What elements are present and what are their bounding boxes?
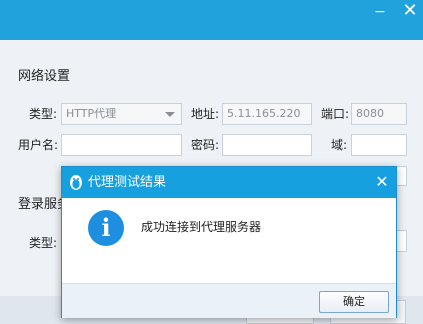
- address-input[interactable]: 5.11.165.220: [222, 103, 312, 125]
- proxy-type-value: HTTP代理: [66, 107, 117, 120]
- dialog-message: 成功连接到代理服务器: [141, 220, 262, 234]
- qq-penguin-icon: [70, 175, 82, 190]
- info-icon: i: [88, 210, 124, 246]
- port-input[interactable]: 8080: [351, 103, 407, 125]
- username-input[interactable]: [61, 134, 182, 156]
- network-settings-title: 网络设置: [18, 69, 71, 84]
- password-input[interactable]: [222, 134, 312, 156]
- dialog-title: 代理测试结果: [88, 175, 167, 190]
- port-label: 端口:: [321, 107, 350, 121]
- proxy-test-dialog: 代理测试结果 ✕ i 成功连接到代理服务器 确定: [61, 166, 397, 318]
- dialog-close-button[interactable]: ✕: [371, 171, 393, 193]
- main-title-bar: − ✕: [0, 0, 423, 40]
- domain-label: 域:: [331, 138, 348, 152]
- dialog-title-bar: 代理测试结果 ✕: [62, 167, 396, 198]
- password-label: 密码:: [191, 138, 220, 152]
- minimize-button[interactable]: −: [367, 2, 393, 22]
- login-type-label: 类型:: [29, 236, 58, 250]
- proxy-type-select[interactable]: HTTP代理: [61, 103, 182, 125]
- domain-input[interactable]: [351, 134, 407, 156]
- ok-button[interactable]: 确定: [319, 291, 389, 313]
- address-label: 地址:: [191, 107, 220, 121]
- dialog-footer: 确定: [62, 283, 396, 318]
- close-button[interactable]: ✕: [397, 0, 423, 24]
- chevron-down-icon: [165, 112, 175, 117]
- username-label: 用户名:: [18, 138, 59, 152]
- proxy-type-label: 类型:: [29, 107, 58, 121]
